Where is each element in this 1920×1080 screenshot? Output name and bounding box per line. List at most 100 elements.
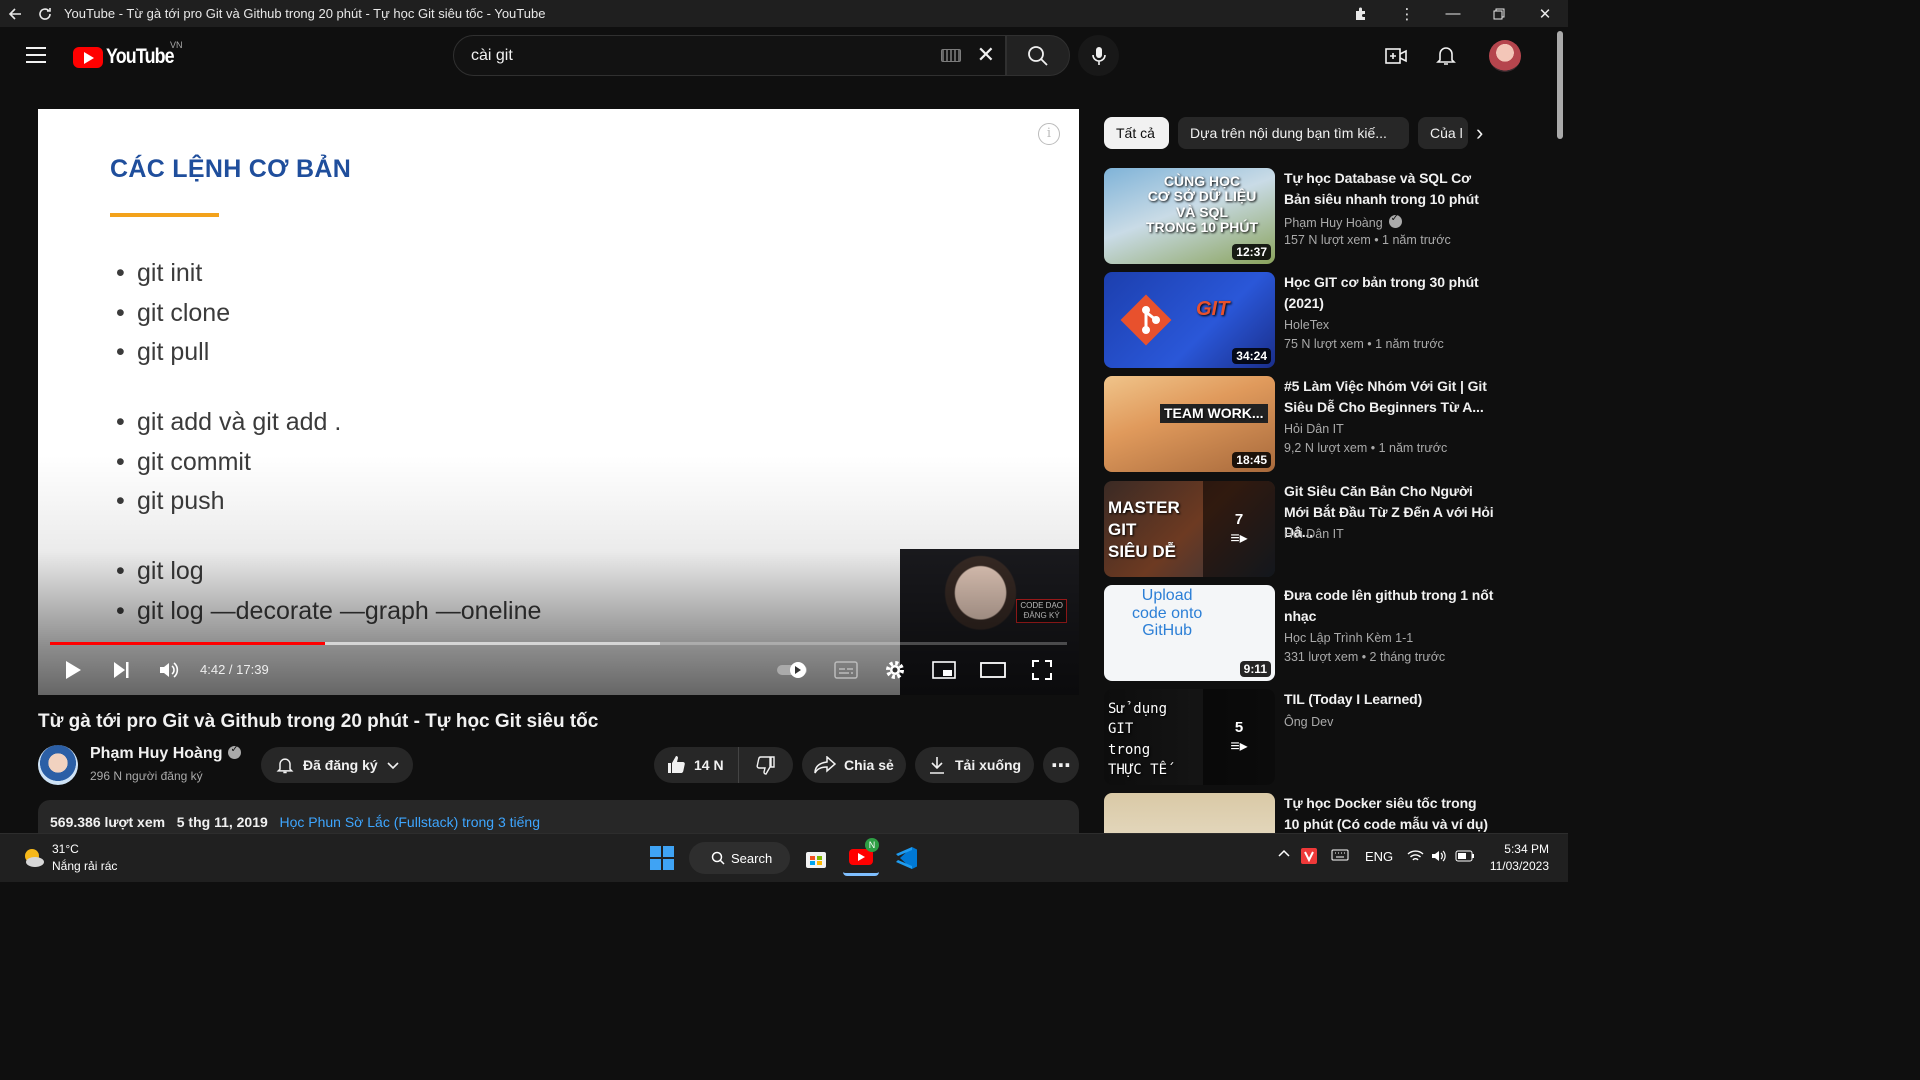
youtube-taskbar-app[interactable]: N (843, 838, 879, 876)
weather-description[interactable]: Nắng rải rác (52, 859, 117, 873)
keyboard-icon[interactable] (941, 49, 961, 62)
progress-bar[interactable] (50, 642, 1067, 645)
clear-search-icon[interactable]: ✕ (977, 42, 995, 68)
miniplayer-button[interactable] (931, 657, 957, 683)
rec-title[interactable]: Tự học Database và SQL Cơ Bản siêu nhanh… (1284, 168, 1494, 209)
recommendation-item[interactable]: MASTER GIT SIÊU DỄ 7 ≡▸ Git Siêu Căn Bản… (1104, 481, 1504, 578)
search-button[interactable] (1006, 35, 1070, 76)
fullscreen-button[interactable] (1029, 657, 1055, 683)
video-thumbnail[interactable]: Upload code onto GitHub 9:11 (1104, 585, 1275, 681)
play-button[interactable] (60, 657, 86, 683)
command-list-2: git add và git add .git commitgit push (116, 403, 341, 522)
recommendation-item[interactable]: GIT 34:24 Học GIT cơ bản trong 30 phút (… (1104, 272, 1504, 369)
region-code: VN (170, 40, 183, 50)
voice-search-button[interactable] (1078, 35, 1119, 76)
rec-channel[interactable]: Ông Dev (1284, 715, 1333, 729)
notification-badge: N (865, 838, 879, 852)
subscriber-count: 296 N người đăng ký (90, 769, 203, 783)
thumbnail-text: CÙNG HỌC CƠ SỞ DỮ LIỆU VÀ SQL TRONG 10 P… (1146, 173, 1259, 236)
info-icon[interactable]: i (1038, 123, 1060, 145)
battery-icon[interactable] (1455, 850, 1475, 865)
download-button[interactable]: Tải xuống (915, 747, 1034, 783)
recommendation-item[interactable]: Upload code onto GitHub 9:11 Đưa code lê… (1104, 585, 1504, 682)
page-scrollbar[interactable] (1552, 27, 1568, 833)
rec-meta: 331 lượt xem • 2 tháng trước (1284, 650, 1446, 664)
share-button[interactable]: Chia sẻ (802, 747, 906, 783)
video-thumbnail[interactable]: GIT 34:24 (1104, 272, 1275, 368)
subtitles-button[interactable] (833, 657, 859, 683)
wifi-icon[interactable] (1407, 849, 1424, 866)
user-avatar[interactable] (1489, 40, 1521, 72)
fullscreen-icon (1032, 660, 1052, 680)
channel-avatar[interactable] (38, 745, 78, 785)
like-button[interactable]: 14 N (654, 747, 739, 783)
more-actions-button[interactable]: ⋯ (1043, 747, 1079, 783)
chevron-right-icon[interactable]: › (1476, 120, 1483, 146)
rec-channel[interactable]: Học Lập Trình Kèm 1-1 (1284, 631, 1413, 645)
weather-sun-cloud-icon[interactable] (20, 844, 46, 870)
clock-time[interactable]: 5:34 PM (1504, 842, 1549, 856)
chip-related[interactable]: Dựa trên nội dung bạn tìm kiế... (1178, 117, 1409, 149)
rec-channel[interactable]: Hỏi Dân IT (1284, 422, 1344, 436)
scroll-thumb[interactable] (1557, 31, 1563, 139)
autoplay-toggle[interactable] (776, 661, 812, 679)
rec-title[interactable]: Học GIT cơ bản trong 30 phút (2021) (1284, 272, 1494, 313)
chip-all[interactable]: Tất cả (1104, 117, 1169, 149)
recommendation-item[interactable]: TEAM WORK... 18:45 #5 Làm Việc Nhóm Với … (1104, 376, 1504, 473)
reload-icon[interactable] (30, 0, 60, 27)
dislike-button[interactable] (739, 747, 793, 783)
channel-name[interactable]: Phạm Huy Hoàng (90, 744, 242, 763)
input-language[interactable]: ENG (1365, 849, 1393, 864)
subscribed-button[interactable]: Đã đăng ký (261, 747, 413, 783)
rec-title[interactable]: TIL (Today I Learned) (1284, 689, 1494, 710)
rec-channel[interactable]: Phạm Huy Hoàng (1284, 213, 1402, 230)
extensions-icon[interactable] (1338, 0, 1384, 27)
like-count: 14 N (694, 757, 724, 773)
recommendation-item[interactable]: Tự học Docker siêu tốc trong 10 phút (Có… (1104, 793, 1504, 833)
rec-channel[interactable]: Hỏi Dân IT (1284, 527, 1344, 541)
restore-icon[interactable] (1476, 0, 1522, 27)
recommendation-item[interactable]: CÙNG HỌC CƠ SỞ DỮ LIỆU VÀ SQL TRONG 10 P… (1104, 168, 1504, 265)
filter-chips: Tất cả Dựa trên nội dung bạn tìm kiế... … (1104, 117, 1502, 149)
playlist-thumbnail[interactable]: MASTER GIT SIÊU DỄ 7 ≡▸ (1104, 481, 1275, 577)
rec-title[interactable]: #5 Làm Việc Nhóm Với Git | Git Siêu Dễ C… (1284, 376, 1494, 417)
play-icon (66, 661, 81, 679)
next-button[interactable] (108, 657, 134, 683)
keyboard-tray-icon[interactable] (1331, 848, 1349, 865)
tray-chevron-up-icon[interactable] (1277, 847, 1291, 864)
video-thumbnail[interactable]: CÙNG HỌC CƠ SỞ DỮ LIỆU VÀ SQL TRONG 10 P… (1104, 168, 1275, 264)
recommendation-item[interactable]: Sử dụng GIT trong THỰC TẾ 5 ≡▸ TIL (Toda… (1104, 689, 1504, 786)
hamburger-menu-icon[interactable] (24, 44, 48, 66)
youtube-logo[interactable]: YouTube (73, 45, 186, 69)
volume-tray-icon[interactable] (1431, 849, 1447, 866)
theater-mode-button[interactable] (980, 657, 1006, 683)
search-input[interactable]: cài git ✕ (453, 35, 1006, 76)
playlist-thumbnail[interactable]: Sử dụng GIT trong THỰC TẾ 5 ≡▸ (1104, 689, 1275, 785)
rec-title[interactable]: Đưa code lên github trong 1 nốt nhạc (1284, 585, 1494, 626)
close-window-icon[interactable]: ✕ (1522, 0, 1568, 27)
video-title: Từ gà tới pro Git và Github trong 20 phú… (38, 711, 599, 732)
video-thumbnail[interactable] (1104, 793, 1275, 833)
vscode-icon[interactable] (888, 840, 924, 876)
clock-date[interactable]: 11/03/2023 (1490, 859, 1549, 873)
minimize-icon[interactable]: — (1430, 0, 1476, 27)
volume-button[interactable] (156, 657, 182, 683)
vivaldi-tray-icon[interactable] (1301, 848, 1317, 867)
notifications-bell-icon[interactable] (1434, 43, 1458, 67)
chip-channel[interactable]: Của l (1418, 117, 1468, 149)
weather-temperature[interactable]: 31°C (52, 842, 79, 856)
taskbar-search[interactable]: Search (689, 842, 790, 874)
video-thumbnail[interactable]: TEAM WORK... 18:45 (1104, 376, 1275, 472)
description-link[interactable]: Học Phun Sờ Lắc (Fullstack) trong 3 tiến… (279, 814, 540, 830)
subscribed-label: Đã đăng ký (303, 757, 378, 773)
settings-button[interactable] (882, 657, 908, 683)
microsoft-store-icon[interactable] (798, 840, 834, 876)
more-vert-icon[interactable]: ⋮ (1384, 0, 1430, 27)
video-player[interactable]: CÁC LỆNH CƠ BẢN git initgit clonegit pul… (38, 109, 1079, 695)
create-video-icon[interactable] (1384, 44, 1408, 68)
start-button[interactable] (644, 840, 680, 876)
rec-channel[interactable]: HoleTex (1284, 318, 1329, 332)
rec-title[interactable]: Tự học Docker siêu tốc trong 10 phút (Có… (1284, 793, 1494, 833)
rec-meta: 75 N lượt xem • 1 năm trước (1284, 337, 1444, 351)
back-arrow-icon[interactable] (0, 0, 30, 27)
